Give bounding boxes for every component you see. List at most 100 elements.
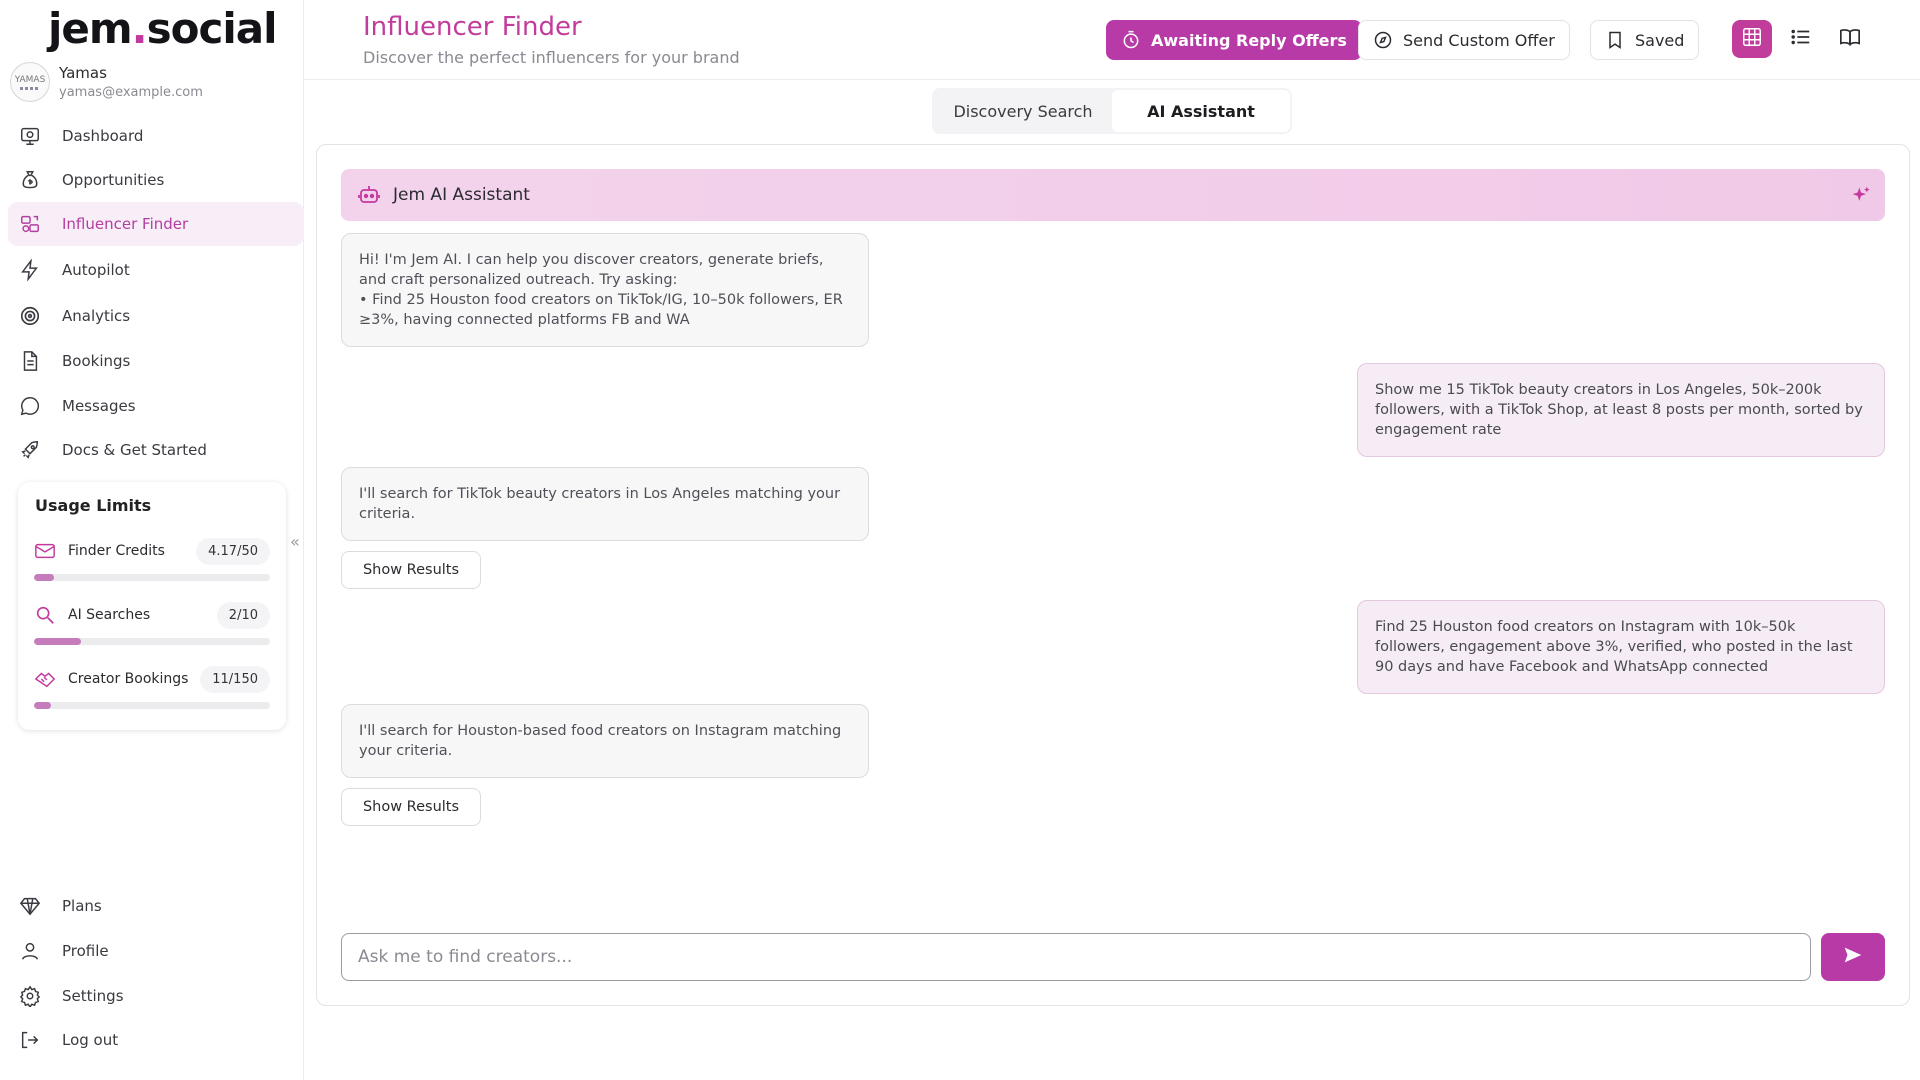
usage-title: Usage Limits [35, 496, 152, 515]
custom-offer-label: Send Custom Offer [1403, 30, 1555, 50]
robot-icon [357, 183, 381, 207]
sidebar-item-dashboard[interactable]: Dashboard [8, 114, 304, 158]
lightning-icon [16, 256, 44, 284]
send-button[interactable] [1821, 933, 1885, 981]
bookmark-icon [1605, 30, 1625, 50]
brand-logo[interactable]: jem.social [48, 4, 278, 53]
grid-icon [1741, 26, 1763, 52]
logo-dot: . [131, 4, 148, 53]
logout-icon [16, 1026, 44, 1054]
diamond-icon [16, 892, 44, 920]
sidebar-item-autopilot[interactable]: Autopilot [8, 248, 304, 292]
app-root: jem.social YAMAS Yamas yamas@example.com… [0, 0, 1920, 1080]
sparkle-icon [1851, 185, 1871, 209]
avatar: YAMAS [10, 62, 50, 102]
saved-button[interactable]: Saved [1590, 20, 1700, 60]
mail-icon [34, 540, 56, 562]
rocket-icon [16, 436, 44, 464]
user-icon [16, 937, 44, 965]
message-text: Find 25 Houston food creators on Instagr… [1375, 619, 1853, 675]
send-custom-offer-button[interactable]: Send Custom Offer [1358, 20, 1570, 60]
message-bullet: • Find 25 Houston food creators on TikTo… [359, 292, 843, 328]
usage-row-finder-credits: Finder Credits 4.17/50 [34, 536, 270, 581]
sidebar-item-plans[interactable]: Plans [8, 884, 304, 928]
bot-message: I'll search for Houston-based food creat… [341, 704, 869, 778]
user-name: Yamas [59, 64, 107, 82]
sidebar-item-label: Dashboard [62, 127, 144, 145]
sidebar-item-analytics[interactable]: Analytics [8, 294, 304, 338]
awaiting-label: Awaiting Reply Offers [1151, 30, 1347, 50]
sidebar-item-label: Analytics [62, 307, 131, 325]
logo-text-2: social [146, 4, 278, 53]
user-email: yamas@example.com [59, 85, 203, 100]
sidebar-item-label: Bookings [62, 352, 131, 370]
sidebar-item-label: Autopilot [62, 261, 130, 279]
sidebar-item-settings[interactable]: Settings [8, 974, 304, 1018]
send-icon [1842, 944, 1864, 970]
tab-discovery-search[interactable]: Discovery Search [934, 90, 1112, 132]
bot-message: I'll search for TikTok beauty creators i… [341, 467, 869, 541]
sidebar-item-label: Settings [62, 987, 124, 1005]
list-icon [1790, 26, 1812, 52]
show-results-button[interactable]: Show Results [341, 788, 481, 826]
usage-bar [34, 574, 270, 581]
user-profile[interactable]: YAMAS Yamas yamas@example.com [10, 62, 203, 102]
user-text: Yamas yamas@example.com [59, 64, 203, 100]
usage-value: 11/150 [200, 665, 270, 693]
dashboard-icon [16, 122, 44, 150]
usage-bar-fill [34, 638, 82, 645]
message-text: Hi! I'm Jem AI. I can help you discover … [359, 252, 824, 288]
sidebar-item-logout[interactable]: Log out [8, 1018, 304, 1062]
sidebar-item-label: Messages [62, 397, 136, 415]
sidebar-item-label: Profile [62, 942, 109, 960]
chat-title: Jem AI Assistant [393, 185, 530, 205]
saved-label: Saved [1635, 30, 1685, 50]
avatar-decoration [20, 86, 40, 90]
user-message: Find 25 Houston food creators on Instagr… [1357, 600, 1885, 694]
avatar-text: YAMAS [14, 74, 46, 85]
usage-bar-fill [34, 702, 52, 709]
usage-value: 2/10 [216, 601, 270, 629]
usage-label: Creator Bookings [68, 671, 189, 687]
message-text: Show me 15 TikTok beauty creators in Los… [1375, 382, 1863, 438]
sidebar-item-label: Docs & Get Started [62, 441, 207, 459]
sidebar-item-profile[interactable]: Profile [8, 929, 304, 973]
usage-bar [34, 702, 270, 709]
timer-icon [1121, 30, 1141, 50]
show-results-button[interactable]: Show Results [341, 551, 481, 589]
compass-icon [1373, 30, 1393, 50]
book-view-button[interactable] [1830, 20, 1870, 58]
usage-limits-card: Usage Limits Finder Credits 4.17/50 AI S… [18, 482, 286, 730]
collapse-sidebar-icon[interactable]: « [290, 532, 300, 551]
money-bag-icon [16, 166, 44, 194]
sidebar-item-opportunities[interactable]: Opportunities [8, 158, 304, 202]
chat-input[interactable] [341, 933, 1811, 981]
user-message: Show me 15 TikTok beauty creators in Los… [1357, 363, 1885, 457]
message-text: I'll search for TikTok beauty creators i… [359, 486, 841, 522]
sidebar-item-docs[interactable]: Docs & Get Started [8, 428, 304, 472]
usage-bar-fill [34, 574, 54, 581]
sidebar-item-messages[interactable]: Messages [8, 384, 304, 428]
sidebar-item-bookings[interactable]: Bookings [8, 339, 304, 383]
usage-row-creator-bookings: Creator Bookings 11/150 [34, 664, 270, 709]
awaiting-reply-offers-button[interactable]: Awaiting Reply Offers [1106, 20, 1362, 60]
sidebar-item-label: Opportunities [62, 171, 165, 189]
influencer-finder-icon [16, 210, 44, 238]
gear-icon [16, 982, 44, 1010]
sidebar-item-influencer-finder[interactable]: Influencer Finder [8, 202, 304, 246]
view-tabs: Discovery Search AI Assistant [932, 88, 1292, 134]
handshake-icon [34, 668, 56, 690]
search-icon [34, 604, 56, 626]
grid-view-button[interactable] [1732, 20, 1772, 58]
message-text: I'll search for Houston-based food creat… [359, 723, 842, 759]
book-icon [1839, 26, 1861, 52]
list-view-button[interactable] [1781, 20, 1821, 58]
bot-message: Hi! I'm Jem AI. I can help you discover … [341, 233, 869, 347]
tab-ai-assistant[interactable]: AI Assistant [1112, 90, 1290, 132]
page-subtitle: Discover the perfect influencers for you… [363, 48, 740, 67]
target-icon [16, 302, 44, 330]
usage-bar [34, 638, 270, 645]
usage-value: 4.17/50 [196, 537, 270, 565]
page-header: Influencer Finder Discover the perfect i… [304, 0, 1920, 80]
logo-text-1: jem [48, 4, 133, 53]
